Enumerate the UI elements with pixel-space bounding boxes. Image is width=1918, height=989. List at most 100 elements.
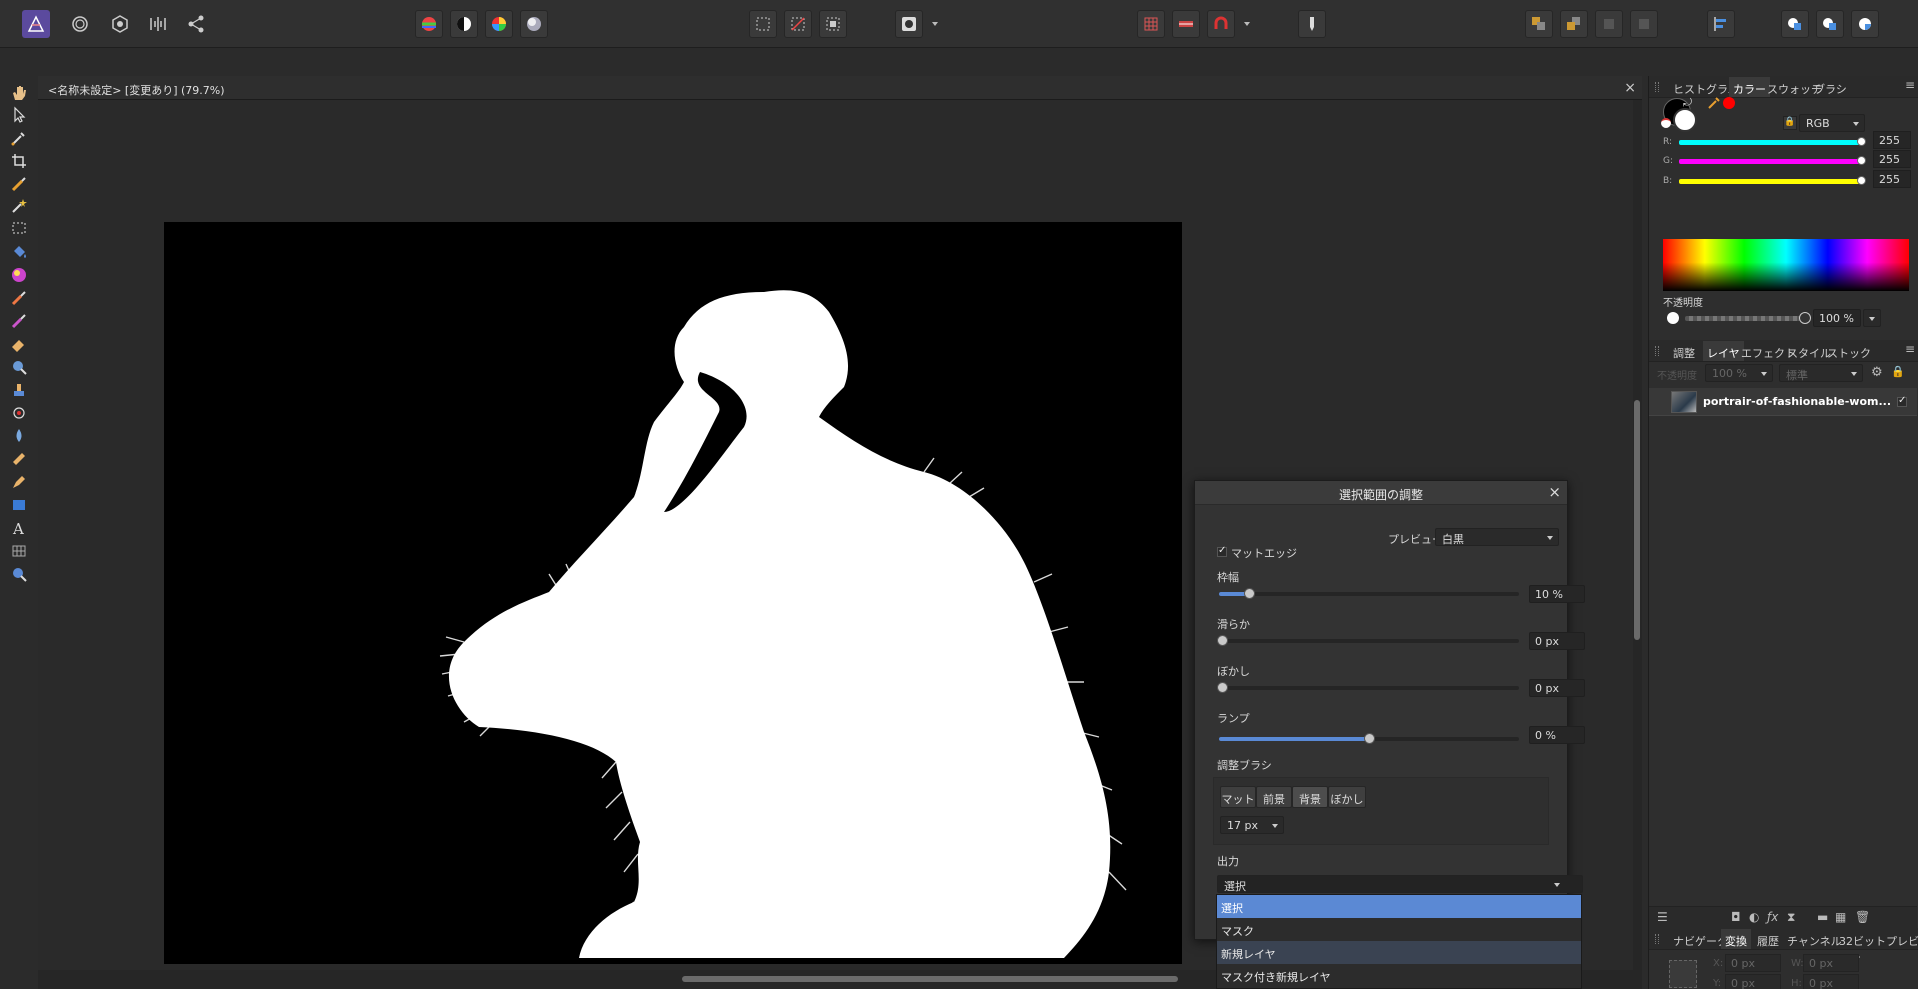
arrange-icon[interactable]	[1525, 10, 1553, 38]
red-value[interactable]: 255	[1873, 131, 1911, 149]
export-persona-icon[interactable]	[182, 10, 210, 38]
selection-brush-tool-icon[interactable]	[8, 173, 30, 195]
tab-transform[interactable]: 変換	[1721, 929, 1751, 949]
horizontal-scrollbar-thumb[interactable]	[682, 976, 1178, 982]
ramp-slider[interactable]	[1219, 733, 1519, 744]
picker-icon[interactable]	[1707, 96, 1721, 113]
brush-mode-foreground[interactable]: 前景	[1256, 786, 1292, 808]
green-slider-knob[interactable]	[1857, 156, 1866, 165]
pen-tool-icon[interactable]	[8, 471, 30, 493]
tab-stock[interactable]: ストック	[1827, 345, 1871, 361]
move-tool-icon[interactable]	[8, 104, 30, 126]
panel-grip-icon[interactable]	[1655, 346, 1659, 356]
invert-selection-icon[interactable]	[819, 10, 847, 38]
border-slider-knob[interactable]	[1244, 588, 1255, 599]
layer-row[interactable]: portrair-of-fashionable-wom...	[1649, 388, 1917, 416]
red-slider[interactable]	[1679, 137, 1866, 146]
arrange-backward-icon[interactable]	[1630, 10, 1658, 38]
chevron-down-icon[interactable]	[1244, 22, 1250, 26]
crop-tool-icon[interactable]	[8, 150, 30, 172]
tab-adjustments[interactable]: 調整	[1673, 345, 1695, 361]
smooth-slider-knob[interactable]	[1217, 635, 1228, 646]
tab-channels[interactable]: チャンネル	[1787, 933, 1842, 949]
layer-visibility-checkbox[interactable]	[1897, 395, 1907, 407]
zoom-tool-icon[interactable]	[8, 563, 30, 585]
no-fill-icon[interactable]	[1661, 118, 1671, 128]
liquify-persona-icon[interactable]	[66, 10, 94, 38]
smooth-value[interactable]: 0 px	[1529, 632, 1585, 650]
fill-tool-icon[interactable]	[8, 241, 30, 263]
panel-grip-icon[interactable]	[1655, 82, 1659, 92]
ramp-slider-knob[interactable]	[1364, 733, 1375, 744]
panel-grip-icon[interactable]	[1655, 934, 1659, 944]
paint-brush-tool-icon[interactable]	[8, 287, 30, 309]
arrange-forward-icon[interactable]	[1595, 10, 1623, 38]
chevron-down-icon[interactable]	[932, 22, 938, 26]
tab-styles[interactable]: スタイル	[1787, 345, 1831, 361]
feather-slider[interactable]	[1217, 682, 1519, 693]
brush-mode-background[interactable]: 背景	[1292, 786, 1328, 808]
layer-opacity-select[interactable]: 100 %	[1705, 364, 1773, 382]
snap-icon[interactable]	[1172, 10, 1200, 38]
grid-icon[interactable]	[1137, 10, 1165, 38]
output-option-new-layer-with-mask[interactable]: マスク付き新規レイヤ	[1217, 964, 1581, 987]
boolean-intersect-icon[interactable]	[1851, 10, 1879, 38]
develop-persona-icon[interactable]	[106, 10, 134, 38]
output-option-selection[interactable]: 選択	[1217, 895, 1581, 918]
lock-icon[interactable]: 🔒	[1783, 116, 1797, 130]
arrange-back-icon[interactable]	[1560, 10, 1588, 38]
hand-tool-icon[interactable]	[8, 82, 30, 104]
color-replacement-tool-icon[interactable]	[8, 310, 30, 332]
live-filter-icon[interactable]: ⧗	[1787, 910, 1795, 925]
red-eye-tool-icon[interactable]	[8, 402, 30, 424]
marquee-tool-icon[interactable]	[8, 217, 30, 239]
anchor-selector-icon[interactable]	[1669, 960, 1697, 988]
brush-size-select[interactable]: 17 px	[1220, 816, 1284, 834]
tab-layers[interactable]: レイヤ	[1703, 341, 1744, 361]
lock-icon[interactable]: 🔒	[1891, 365, 1905, 378]
color-spectrum[interactable]	[1663, 239, 1909, 291]
contrast-icon[interactable]	[450, 10, 478, 38]
tab-brushes[interactable]: ブラシ	[1814, 81, 1847, 97]
boolean-subtract-icon[interactable]	[1816, 10, 1844, 38]
green-value[interactable]: 255	[1873, 150, 1911, 168]
green-slider[interactable]	[1679, 156, 1866, 165]
brush-mode-matte[interactable]: マット	[1220, 786, 1256, 808]
color-wheel-icon[interactable]	[485, 10, 513, 38]
mesh-warp-tool-icon[interactable]	[8, 540, 30, 562]
blue-slider-knob[interactable]	[1857, 176, 1866, 185]
feather-slider-knob[interactable]	[1217, 682, 1228, 693]
secondary-color-swatch[interactable]	[1673, 108, 1697, 132]
inpainting-tool-icon[interactable]	[8, 448, 30, 470]
marquee-icon[interactable]	[749, 10, 777, 38]
tone-mapping-persona-icon[interactable]	[144, 10, 172, 38]
gradient-tool-icon[interactable]	[8, 264, 30, 286]
affinity-photo-logo-icon[interactable]	[22, 10, 50, 38]
opacity-slider-knob[interactable]	[1799, 312, 1811, 324]
smooth-slider[interactable]	[1217, 635, 1519, 646]
ramp-value[interactable]: 0 %	[1529, 726, 1585, 744]
blue-value[interactable]: 255	[1873, 170, 1911, 188]
border-slider[interactable]	[1219, 588, 1519, 599]
vertical-scrollbar[interactable]	[1633, 100, 1642, 970]
y-field[interactable]: 0 px	[1725, 974, 1781, 989]
blue-slider[interactable]	[1679, 176, 1866, 185]
tab-navigator[interactable]: ナビゲータ	[1673, 933, 1728, 949]
erase-tool-icon[interactable]	[8, 333, 30, 355]
opacity-slider[interactable]	[1685, 316, 1803, 321]
opacity-select[interactable]	[1863, 309, 1881, 327]
border-value[interactable]: 10 %	[1529, 585, 1585, 603]
add-pixel-layer-icon[interactable]: ▦	[1835, 910, 1846, 924]
red-slider-knob[interactable]	[1857, 137, 1866, 146]
text-tool-icon[interactable]: A	[8, 517, 30, 539]
color-model-select[interactable]: RGB	[1799, 114, 1865, 132]
mask-layer-icon[interactable]: ◘	[1731, 910, 1741, 924]
tab-history[interactable]: 履歴	[1757, 933, 1779, 949]
align-icon[interactable]	[1707, 10, 1735, 38]
magnet-icon[interactable]	[1207, 10, 1235, 38]
blend-mode-select[interactable]: 標準	[1779, 364, 1863, 382]
image-canvas[interactable]	[164, 222, 1182, 964]
dodge-tool-icon[interactable]	[8, 356, 30, 378]
output-select[interactable]: 選択	[1217, 875, 1583, 893]
folder-icon[interactable]: ▬	[1817, 910, 1828, 924]
